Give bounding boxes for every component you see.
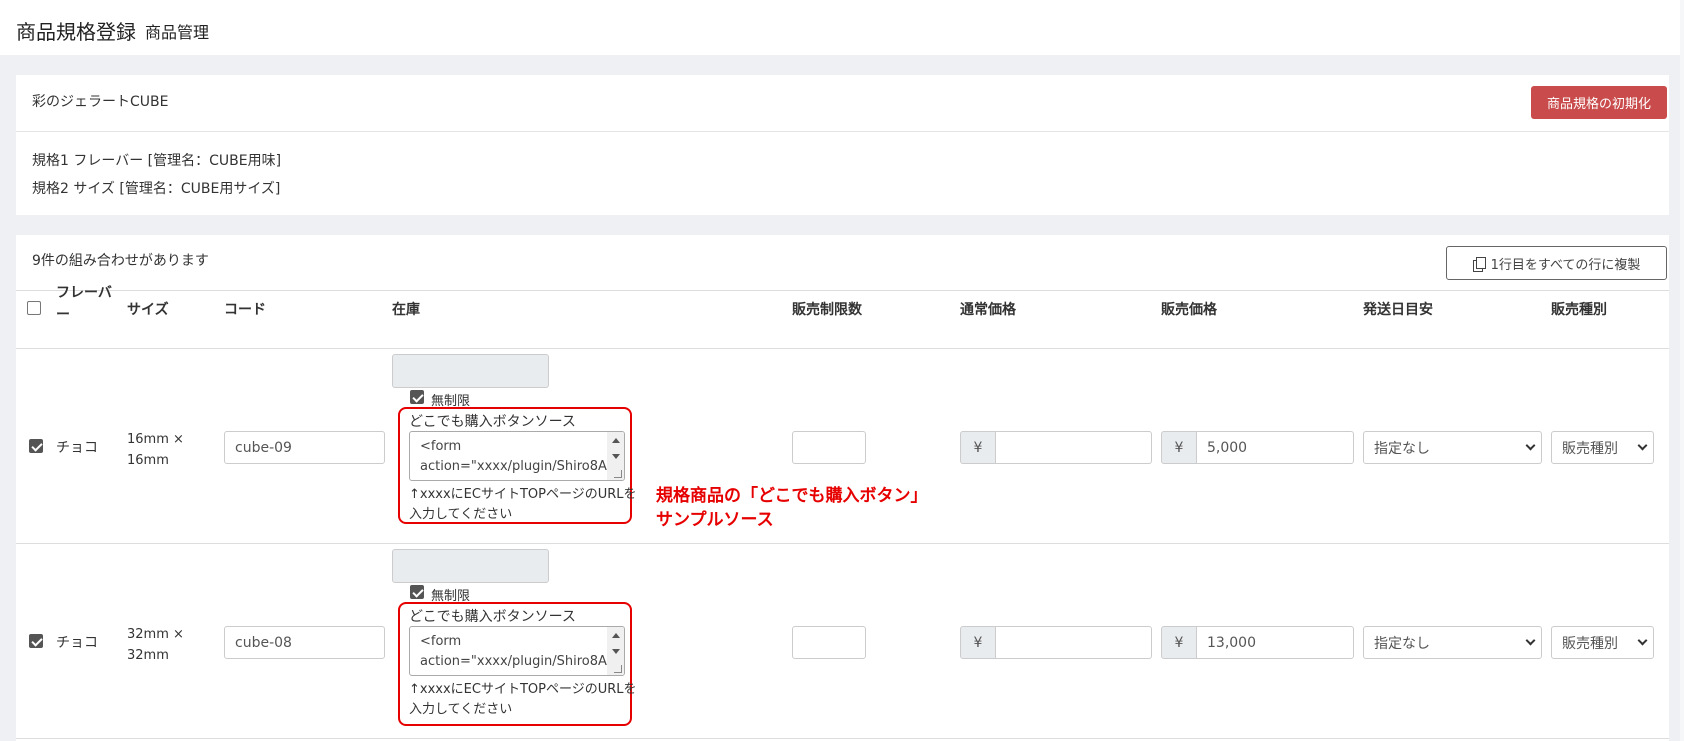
sale-limit-input[interactable] [792,431,866,464]
resize-handle[interactable] [614,470,622,478]
size-line2: 16mm [127,453,169,468]
column-header-stock: 在庫 [392,302,420,318]
source-note: ↑xxxxにECサイトTOPページのURLを 入力してください [409,680,637,720]
flavor-header-line2: ー [56,307,70,323]
sale-type-select[interactable]: 販売種別 [1551,431,1654,464]
column-header-ship: 発送日目安 [1363,302,1433,318]
spec2-label: 規格2 サイズ [管理名：CUBE用サイズ] [32,181,281,197]
chevron-down-icon [1637,440,1648,451]
row-flavor: チョコ [56,635,98,651]
column-header-size: サイズ [127,302,169,318]
ship-select[interactable]: 指定なし [1363,431,1542,464]
copy-first-row-button[interactable]: 1行目をすべての行に複製 [1446,246,1667,280]
source-line1: <form [420,439,462,454]
source-note: ↑xxxxにECサイトTOPページのURLを 入力してください [409,485,637,525]
dokodemo-label: どこでも購入ボタンソース [409,414,576,430]
ship-value: 指定なし [1374,635,1430,652]
flavor-header-line1: フレーバ [56,285,112,301]
annotation-line2: サンプルソース [656,510,774,530]
currency-prefix: ¥ [1161,431,1197,464]
code-value: cube-09 [235,439,292,456]
sale-type-value: 販売種別 [1562,440,1618,457]
row-size: 32mm × 32mm [127,624,184,666]
currency-prefix: ¥ [960,431,996,464]
sale-limit-input[interactable] [792,626,866,659]
normal-price-input[interactable] [995,431,1152,464]
column-header-sale-type: 販売種別 [1551,302,1607,318]
combination-count: 9件の組み合わせがあります [32,253,209,269]
note-line2: 入力してください [409,507,513,522]
note-line2: 入力してください [409,702,513,717]
column-header-code: コード [224,302,266,318]
normal-price-input[interactable] [995,626,1152,659]
source-line2: action="xxxx/plugin/Shiro8A [420,459,607,474]
sale-price-input[interactable]: 5,000 [1196,431,1354,464]
sale-price-value: 5,000 [1207,439,1248,456]
size-line1: 16mm × [127,432,184,447]
column-header-sale-price: 販売価格 [1161,302,1217,318]
size-line1: 32mm × [127,627,184,642]
ship-value: 指定なし [1374,440,1430,457]
currency-prefix: ¥ [1161,626,1197,659]
chevron-down-icon [1525,440,1536,451]
source-textarea[interactable]: <form action="xxxx/plugin/Shiro8A [409,626,625,676]
column-header-limit: 販売制限数 [792,302,862,318]
size-line2: 32mm [127,648,169,663]
stock-input[interactable] [392,354,549,388]
copy-icon [1472,256,1486,272]
row-flavor: チョコ [56,440,98,456]
code-value: cube-08 [235,634,292,651]
row-checkbox[interactable] [29,439,43,453]
row-checkbox[interactable] [29,634,43,648]
source-line2: action="xxxx/plugin/Shiro8A [420,654,607,669]
dokodemo-label: どこでも購入ボタンソース [409,609,576,625]
sale-type-select[interactable]: 販売種別 [1551,626,1654,659]
resize-handle[interactable] [614,665,622,673]
divider [16,131,1669,132]
unlimited-checkbox[interactable] [410,585,424,599]
divider [16,348,1669,349]
divider [16,738,1669,739]
spec1-label: 規格1 フレーバー [管理名：CUBE用味] [32,153,282,169]
divider [16,290,1669,291]
scrollbar-track[interactable] [1680,0,1684,741]
page-header: 商品規格登録 商品管理 [0,0,1684,55]
annotation-line1: 規格商品の「どこでも購入ボタン」 [656,486,928,506]
chevron-down-icon [1637,635,1648,646]
ship-select[interactable]: 指定なし [1363,626,1542,659]
chevron-down-icon [1525,635,1536,646]
note-line1: ↑xxxxにECサイトTOPページのURLを [409,682,637,697]
column-header-flavor: フレーバ ー [56,282,112,326]
page-title: 商品規格登録 [16,20,136,44]
product-spec-card: 彩のジェラートCUBE 商品規格の初期化 規格1 フレーバー [管理名：CUBE… [16,75,1669,215]
copy-button-label: 1行目をすべての行に複製 [1490,257,1641,273]
source-textarea[interactable]: <form action="xxxx/plugin/Shiro8A [409,431,625,481]
currency-prefix: ¥ [960,626,996,659]
code-input[interactable]: cube-08 [224,626,385,659]
annotation-text: 規格商品の「どこでも購入ボタン」 サンプルソース [656,484,928,532]
select-all-checkbox[interactable] [27,301,41,315]
sale-price-input[interactable]: 13,000 [1196,626,1354,659]
column-header-normal-price: 通常価格 [960,302,1016,318]
sale-price-value: 13,000 [1207,634,1256,651]
source-line1: <form [420,634,462,649]
code-input[interactable]: cube-09 [224,431,385,464]
combinations-card: 9件の組み合わせがあります 1行目をすべての行に複製 フレーバ ー サイズ コー… [16,235,1669,741]
row-size: 16mm × 16mm [127,429,184,471]
sale-type-value: 販売種別 [1562,635,1618,652]
product-name: 彩のジェラートCUBE [32,94,169,110]
divider [16,543,1669,544]
page-subtitle: 商品管理 [145,23,210,42]
init-spec-button[interactable]: 商品規格の初期化 [1531,86,1667,119]
unlimited-checkbox[interactable] [410,390,424,404]
stock-input[interactable] [392,549,549,583]
note-line1: ↑xxxxにECサイトTOPページのURLを [409,487,637,502]
